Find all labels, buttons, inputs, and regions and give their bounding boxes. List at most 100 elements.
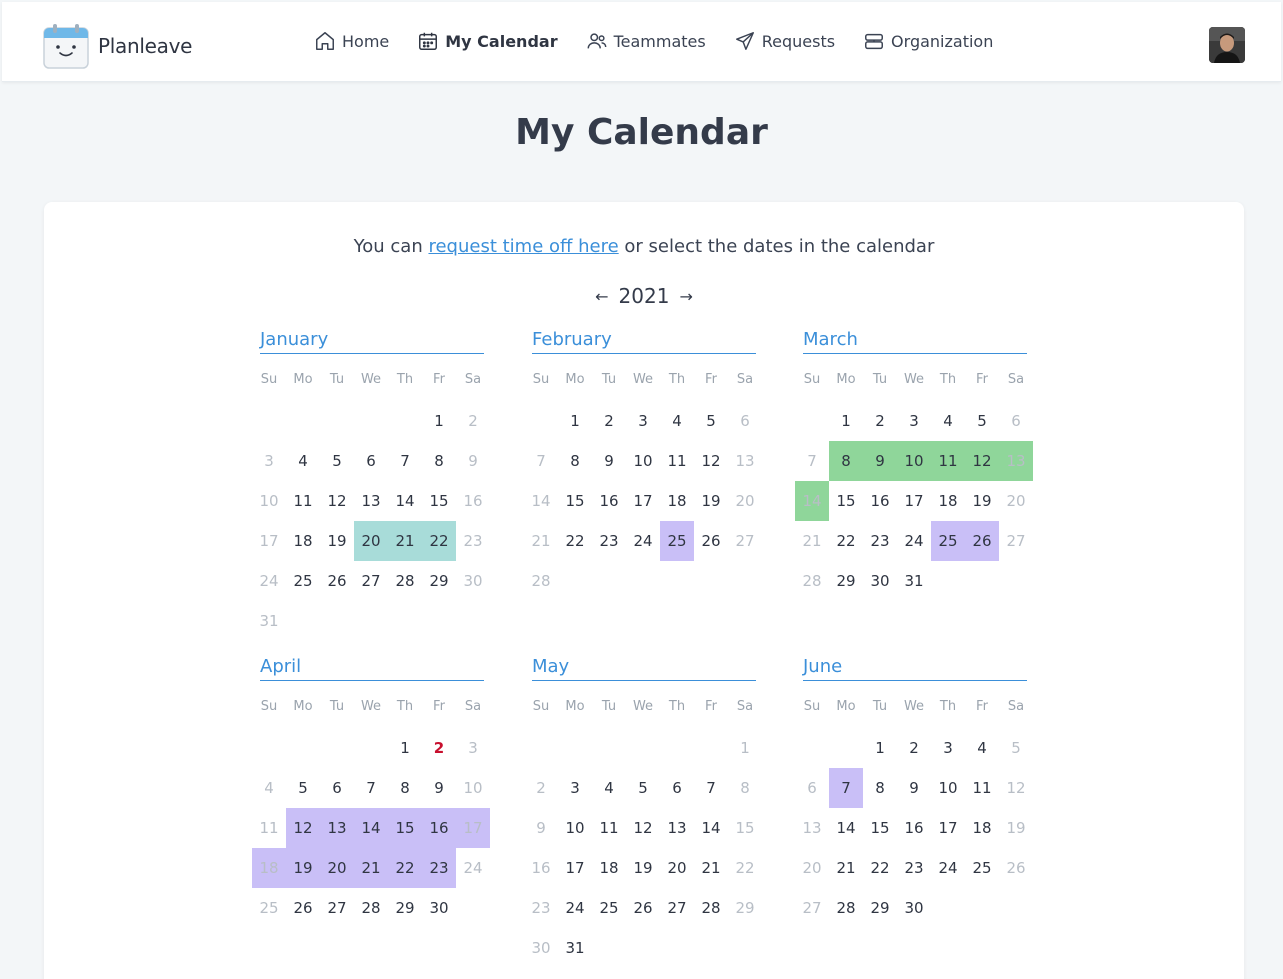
day-cell[interactable]: 27 [660,888,694,928]
day-cell[interactable]: 25 [286,561,320,601]
brand[interactable]: Planleave [42,22,192,70]
day-cell[interactable]: 17 [456,808,490,848]
day-cell[interactable]: 25 [965,848,999,888]
day-cell[interactable]: 11 [592,808,626,848]
day-cell[interactable]: 15 [558,481,592,521]
day-cell[interactable]: 18 [286,521,320,561]
day-cell[interactable]: 19 [965,481,999,521]
day-cell[interactable]: 6 [728,401,762,441]
nav-item-teammates[interactable]: Teammates [586,30,706,52]
day-cell[interactable]: 24 [626,521,660,561]
day-cell[interactable]: 6 [354,441,388,481]
day-cell[interactable]: 8 [388,768,422,808]
day-cell[interactable]: 22 [422,521,456,561]
day-cell[interactable]: 30 [422,888,456,928]
day-cell[interactable]: 18 [931,481,965,521]
day-cell[interactable]: 8 [829,441,863,481]
day-cell[interactable]: 6 [320,768,354,808]
day-cell[interactable]: 5 [965,401,999,441]
day-cell[interactable]: 8 [422,441,456,481]
day-cell[interactable]: 9 [863,441,897,481]
day-cell[interactable]: 30 [897,888,931,928]
day-cell[interactable]: 7 [524,441,558,481]
day-cell[interactable]: 6 [660,768,694,808]
nav-item-requests[interactable]: Requests [734,30,835,52]
day-cell[interactable]: 10 [456,768,490,808]
day-cell[interactable]: 7 [795,441,829,481]
day-cell[interactable]: 25 [592,888,626,928]
day-cell[interactable]: 14 [829,808,863,848]
day-cell[interactable]: 13 [320,808,354,848]
day-cell[interactable]: 23 [897,848,931,888]
day-cell[interactable]: 21 [795,521,829,561]
day-cell[interactable]: 10 [558,808,592,848]
day-cell[interactable]: 21 [524,521,558,561]
day-cell[interactable]: 10 [931,768,965,808]
day-cell[interactable]: 31 [558,928,592,968]
day-cell[interactable]: 2 [897,728,931,768]
day-cell[interactable]: 8 [728,768,762,808]
nav-item-organization[interactable]: Organization [863,30,993,52]
day-cell[interactable]: 4 [286,441,320,481]
day-cell[interactable]: 30 [863,561,897,601]
day-cell[interactable]: 20 [660,848,694,888]
day-cell[interactable]: 3 [897,401,931,441]
day-cell[interactable]: 3 [931,728,965,768]
day-cell[interactable]: 8 [863,768,897,808]
day-cell[interactable]: 3 [626,401,660,441]
day-cell[interactable]: 19 [286,848,320,888]
day-cell[interactable]: 9 [456,441,490,481]
day-cell[interactable]: 17 [558,848,592,888]
day-cell[interactable]: 25 [252,888,286,928]
day-cell[interactable]: 20 [795,848,829,888]
day-cell[interactable]: 5 [999,728,1033,768]
day-cell[interactable]: 22 [388,848,422,888]
day-cell[interactable]: 24 [252,561,286,601]
day-cell[interactable]: 2 [524,768,558,808]
day-cell[interactable]: 15 [863,808,897,848]
day-cell[interactable]: 22 [829,521,863,561]
day-cell[interactable]: 17 [626,481,660,521]
day-cell[interactable]: 21 [388,521,422,561]
day-cell[interactable]: 11 [660,441,694,481]
day-cell[interactable]: 7 [354,768,388,808]
day-cell[interactable]: 26 [320,561,354,601]
day-cell[interactable]: 13 [795,808,829,848]
day-cell[interactable]: 29 [829,561,863,601]
day-cell[interactable]: 3 [456,728,490,768]
day-cell[interactable]: 18 [660,481,694,521]
day-cell[interactable]: 5 [626,768,660,808]
day-cell[interactable]: 13 [354,481,388,521]
day-cell[interactable]: 28 [694,888,728,928]
day-cell[interactable]: 1 [863,728,897,768]
day-cell[interactable]: 28 [388,561,422,601]
previous-year-arrow-icon[interactable]: ← [595,287,608,306]
day-cell[interactable]: 16 [524,848,558,888]
day-cell[interactable]: 5 [694,401,728,441]
day-cell[interactable]: 4 [931,401,965,441]
day-cell[interactable]: 23 [863,521,897,561]
day-cell[interactable]: 13 [999,441,1033,481]
day-cell[interactable]: 21 [354,848,388,888]
day-cell[interactable]: 3 [558,768,592,808]
day-cell[interactable]: 12 [965,441,999,481]
day-cell[interactable]: 20 [320,848,354,888]
day-cell[interactable]: 31 [252,601,286,641]
day-cell[interactable]: 28 [829,888,863,928]
day-cell[interactable]: 31 [897,561,931,601]
day-cell[interactable]: 30 [456,561,490,601]
day-cell[interactable]: 24 [558,888,592,928]
day-cell[interactable]: 11 [252,808,286,848]
day-cell[interactable]: 23 [592,521,626,561]
day-cell[interactable]: 7 [388,441,422,481]
day-cell[interactable]: 17 [252,521,286,561]
day-cell[interactable]: 14 [694,808,728,848]
day-cell[interactable]: 13 [660,808,694,848]
day-cell[interactable]: 4 [252,768,286,808]
nav-item-home[interactable]: Home [314,30,389,52]
day-cell[interactable]: 14 [524,481,558,521]
day-cell[interactable]: 15 [728,808,762,848]
day-cell[interactable]: 14 [795,481,829,521]
day-cell[interactable]: 29 [728,888,762,928]
day-cell[interactable]: 12 [320,481,354,521]
